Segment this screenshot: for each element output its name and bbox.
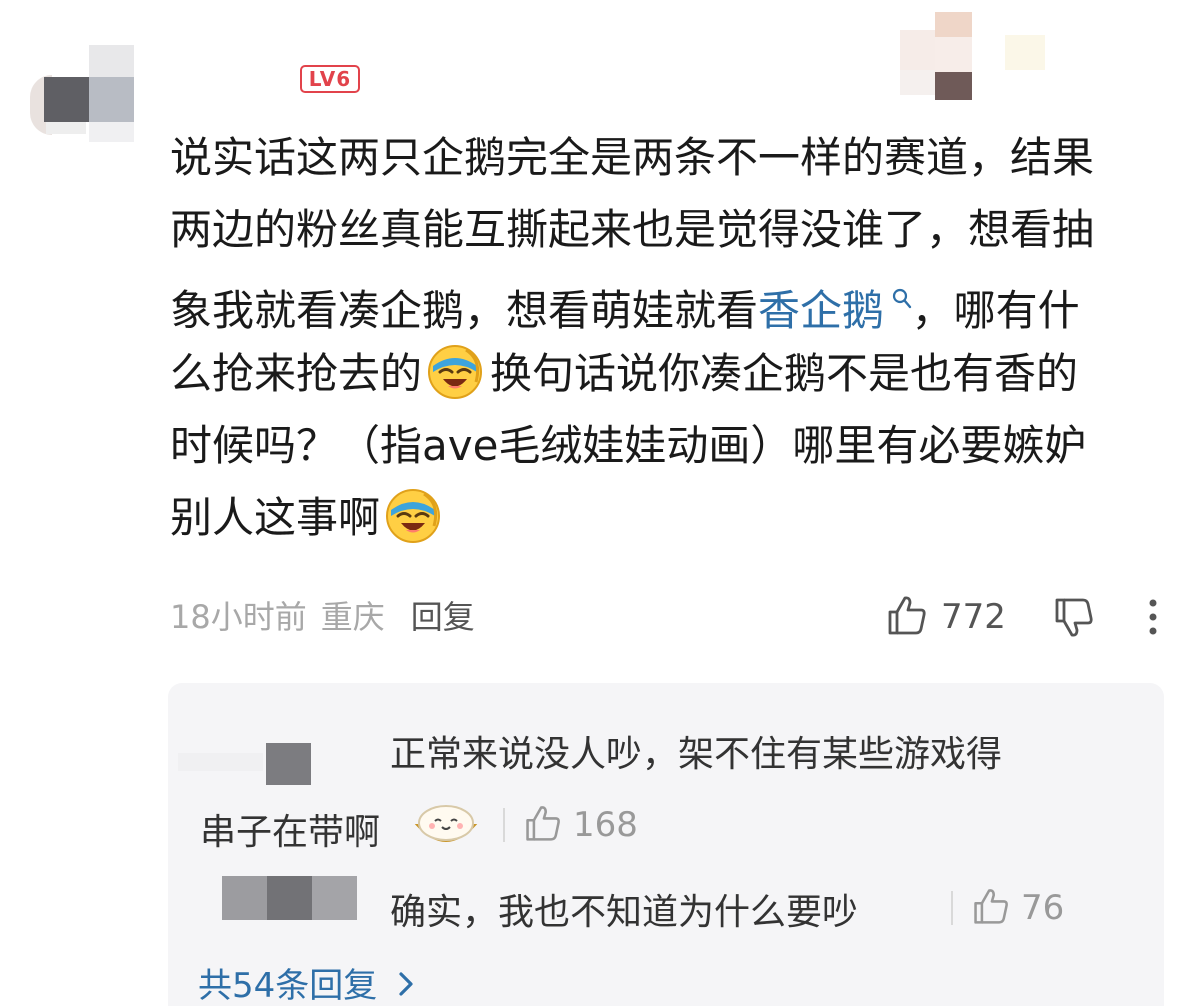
comment-thread: LV6 说实话这两只企鹅完全是两条不一样的赛道，结果 两边的粉丝真能互撕起来也是… [0, 0, 1199, 1006]
reply-like-count: 76 [1021, 888, 1065, 928]
reply-like-count: 168 [573, 805, 638, 845]
laughing-cry-emoji [426, 342, 484, 400]
comment-line: 时候吗？（指ave毛绒娃娃动画）哪里有必要嫉妒 [170, 421, 1087, 470]
reply-text: 串子在带啊 [200, 812, 381, 853]
level-badge: LV6 [300, 65, 360, 93]
thumbs-up-icon [971, 886, 1011, 930]
comment-line: 象我就看凑企鹅，想看萌娃就看香企鹅 ，哪有什 [170, 286, 1080, 335]
thumbs-up-icon [523, 803, 563, 847]
like-count: 772 [941, 597, 1006, 637]
reply-like-button[interactable]: 76 [951, 886, 1064, 930]
search-icon [884, 288, 912, 316]
topic-link[interactable]: 香企鹅 [758, 286, 912, 335]
reply-username-mosaic [266, 743, 311, 785]
reply-button[interactable]: 回复 [411, 598, 475, 636]
comment-time: 18小时前 [170, 598, 307, 636]
thumbs-up-icon [885, 593, 929, 641]
comment-line: 两边的粉丝真能互撕起来也是觉得没谁了，想看抽 [170, 205, 1095, 254]
reply-like-button[interactable]: 168 [503, 803, 638, 847]
replies-panel: 正常来说没人吵，架不住有某些游戏得 串子在带啊 168 确实，我也不知道为什么要… [168, 683, 1164, 1006]
laughing-cry-emoji [384, 486, 442, 544]
more-replies-link[interactable]: 共54条回复 [198, 958, 416, 1006]
avatar[interactable] [30, 35, 135, 145]
thumbs-down-icon[interactable] [1052, 596, 1096, 644]
comment-meta: 18小时前 重庆 回复 [170, 593, 475, 641]
comment-line: 别人这事啊 [170, 482, 1170, 554]
comment-line: 么抢来抢去的 换句话说你凑企鹅不是也有香的 [170, 338, 1170, 410]
more-options-icon[interactable] [1145, 597, 1161, 641]
reply-text: 正常来说没人吵，架不住有某些游戏得 [390, 734, 1003, 775]
comment-location: 重庆 [320, 598, 385, 636]
reply-username-mosaic [222, 876, 267, 920]
dumpling-smile-emoji [413, 801, 479, 853]
comment-line: 说实话这两只企鹅完全是两条不一样的赛道，结果 [170, 133, 1095, 182]
reply-text: 确实，我也不知道为什么要吵 [390, 892, 859, 933]
comment-body: 说实话这两只企鹅完全是两条不一样的赛道，结果 两边的粉丝真能互撕起来也是觉得没谁… [170, 122, 1170, 554]
chevron-right-icon [396, 968, 416, 1006]
like-button[interactable]: 772 [885, 592, 1006, 642]
